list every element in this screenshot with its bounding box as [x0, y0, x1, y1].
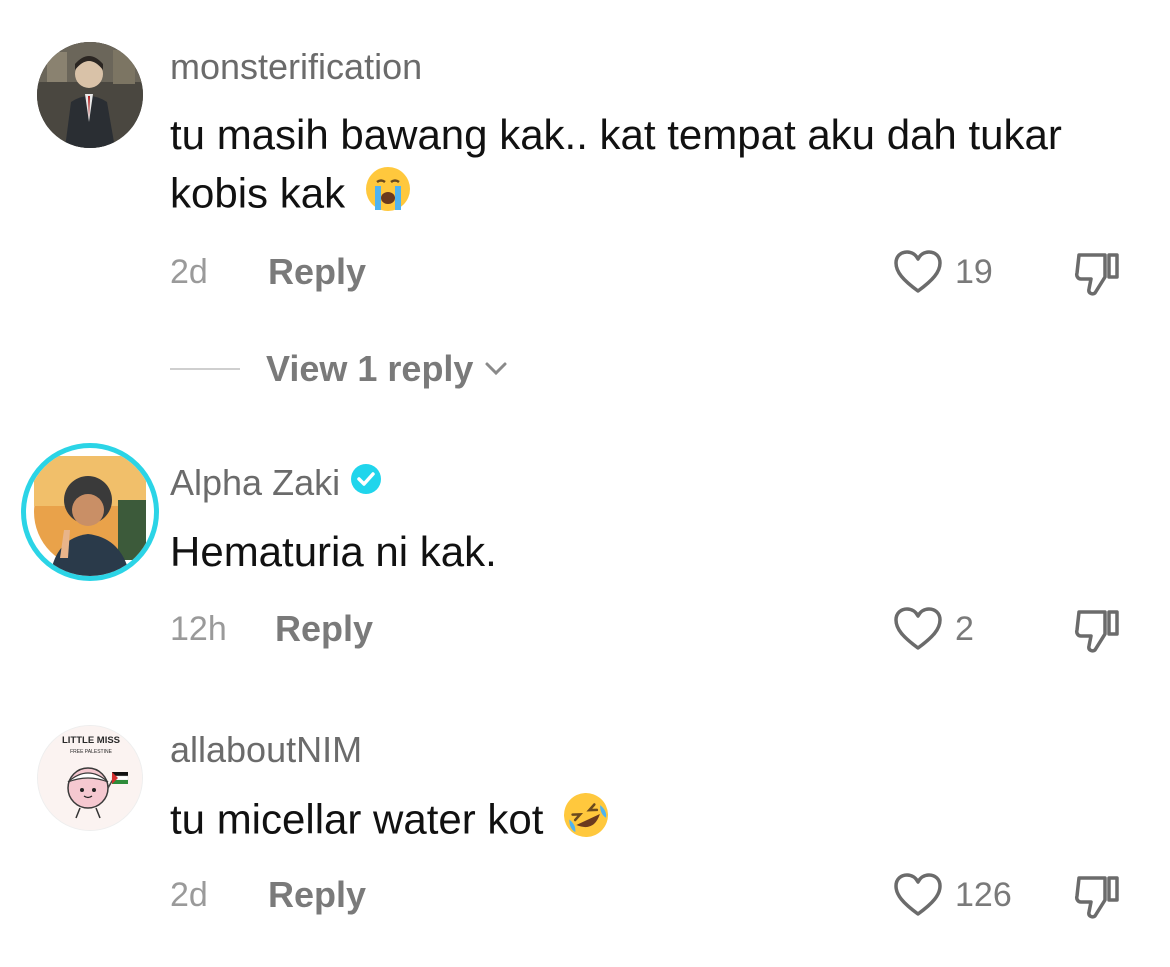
username[interactable]: monsterification [170, 46, 422, 88]
dislike-button[interactable] [1073, 251, 1123, 302]
timestamp: 12h [170, 610, 227, 648]
thumbs-down-icon [1075, 253, 1119, 296]
avatar[interactable] [21, 443, 159, 581]
avatar-text-line1: LITTLE MISS [62, 735, 120, 746]
crying-face-icon [363, 164, 413, 229]
username-label: Alpha Zaki [170, 462, 341, 503]
avatar[interactable]: LITTLE MISS FREE PALESTINE [37, 725, 143, 831]
heart-icon [894, 250, 942, 293]
timestamp: 2d [170, 253, 208, 291]
dislike-button[interactable] [1073, 874, 1123, 925]
like-button[interactable]: 126 [893, 873, 1012, 917]
rolling-laughing-face-icon [561, 790, 611, 855]
view-replies-label: View 1 reply [266, 348, 474, 389]
comment-text-label: tu masih bawang kak.. kat tempat aku dah… [170, 111, 1062, 217]
like-button[interactable]: 2 [893, 607, 974, 651]
username[interactable]: allaboutNIM [170, 729, 362, 771]
heart-icon [894, 607, 942, 650]
reply-button[interactable]: Reply [268, 251, 366, 293]
comment-text-label: tu micellar water kot [170, 795, 544, 843]
avatar-text-line2: FREE PALESTINE [70, 749, 113, 755]
chevron-down-icon [485, 362, 507, 376]
username-label: allaboutNIM [170, 729, 363, 770]
avatar[interactable] [37, 42, 143, 148]
comment-text: tu micellar water kot [170, 790, 1130, 855]
thumbs-down-icon [1075, 610, 1119, 653]
comment-text: tu masih bawang kak.. kat tempat aku dah… [170, 106, 1130, 229]
dislike-button[interactable] [1073, 608, 1123, 659]
username[interactable]: Alpha Zaki [170, 462, 382, 504]
thumbs-down-icon [1075, 876, 1119, 919]
reply-button[interactable]: Reply [268, 874, 366, 916]
verified-badge-icon [350, 462, 382, 504]
username-label: monsterification [170, 46, 423, 87]
timestamp: 2d [170, 876, 208, 914]
like-count: 2 [955, 609, 974, 648]
like-count: 126 [955, 875, 1012, 914]
like-button[interactable]: 19 [893, 250, 993, 294]
divider [170, 368, 240, 370]
comment-text: Hematuria ni kak. [170, 528, 497, 575]
reply-button[interactable]: Reply [275, 608, 373, 650]
heart-icon [894, 873, 942, 916]
view-replies-button[interactable]: View 1 reply [170, 348, 511, 390]
like-count: 19 [955, 252, 993, 291]
